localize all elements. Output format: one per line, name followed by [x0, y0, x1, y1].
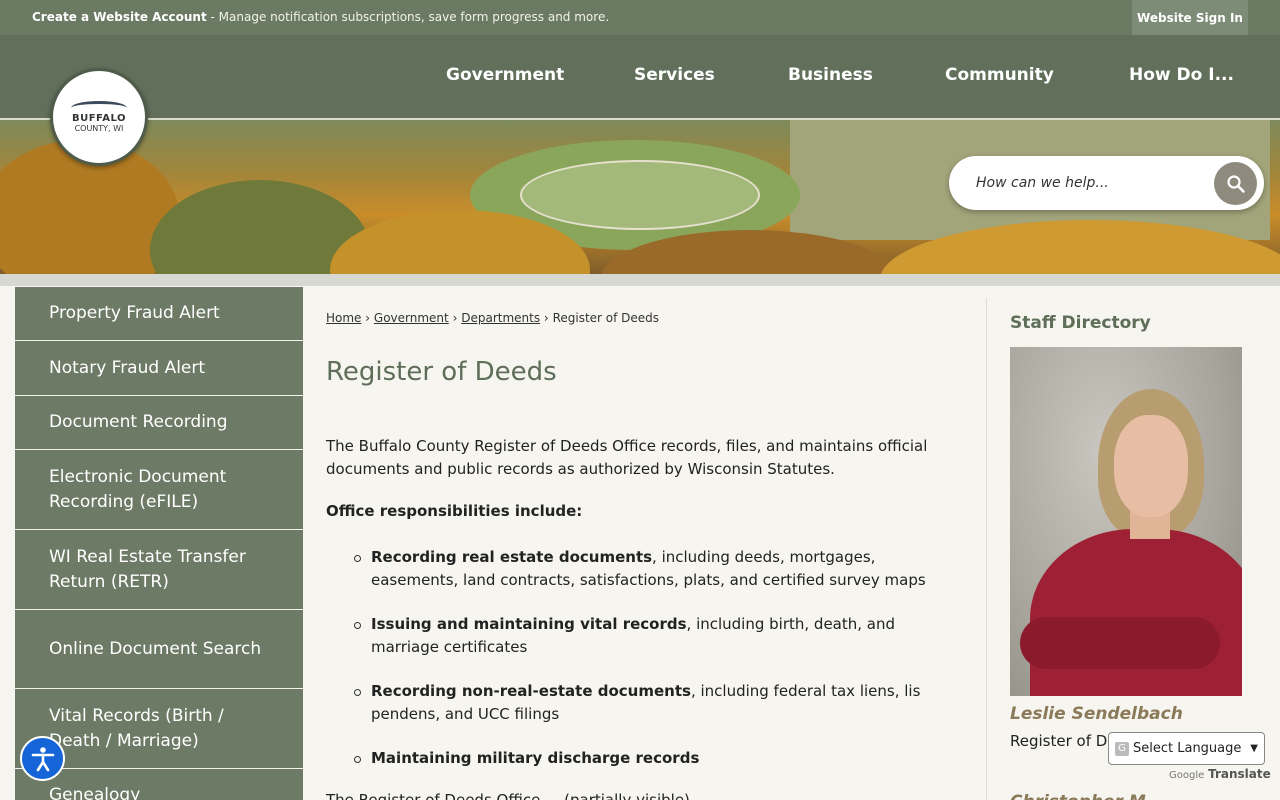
breadcrumb-home[interactable]: Home — [326, 311, 361, 325]
nav-how-do-i[interactable]: How Do I... — [1129, 65, 1234, 85]
list-item-bold: Issuing and maintaining vital records — [371, 615, 687, 633]
accessibility-button[interactable] — [20, 736, 65, 781]
county-logo[interactable]: BUFFALO COUNTY, WI — [50, 68, 148, 166]
search-icon — [1226, 174, 1245, 193]
powered-by-google: Google Translate — [1169, 767, 1271, 781]
campground-oval — [520, 160, 760, 230]
site-search — [949, 156, 1264, 210]
breadcrumb: Home › Government › Departments › Regist… — [326, 311, 659, 325]
sidebar-menu: Property Fraud Alert Notary Fraud Alert … — [15, 287, 303, 800]
main-navigation: Government Services Business Community H… — [0, 35, 1280, 120]
search-button[interactable] — [1214, 162, 1257, 205]
list-item: Recording non-real-estate documents, inc… — [354, 680, 962, 726]
account-description: - Manage notification subscriptions, sav… — [206, 10, 610, 24]
sidebar-item-document-recording[interactable]: Document Recording — [15, 396, 303, 450]
top-utility-bar: Create a Website Account - Manage notifi… — [0, 0, 1280, 35]
create-account-link[interactable]: Create a Website Account — [32, 10, 207, 24]
nav-government[interactable]: Government — [446, 65, 564, 85]
sidebar-item-wi-real-estate-transfer-return[interactable]: WI Real Estate Transfer Return (RETR) — [15, 530, 303, 610]
intro-paragraph: The Buffalo County Register of Deeds Off… — [326, 437, 928, 478]
nav-community[interactable]: Community — [945, 65, 1054, 85]
column-divider — [986, 298, 987, 800]
photo-arms — [1020, 617, 1220, 669]
breadcrumb-government[interactable]: Government — [374, 311, 449, 325]
breadcrumb-current: Register of Deeds — [552, 311, 660, 325]
breadcrumb-separator: › — [365, 311, 371, 325]
list-item: Recording real estate documents, includi… — [354, 546, 962, 592]
breadcrumb-separator: › — [543, 311, 549, 325]
accessibility-icon — [31, 746, 54, 771]
logo-line-1: BUFFALO — [71, 113, 126, 124]
sidebar-item-notary-fraud-alert[interactable]: Notary Fraud Alert — [15, 341, 303, 396]
partial-paragraph: The Register of Deeds Office ... (partia… — [326, 791, 690, 800]
list-item: Issuing and maintaining vital records, i… — [354, 613, 962, 659]
staff-next-name[interactable]: Christopher M... — [1010, 792, 1165, 800]
responsibilities-list: Recording real estate documents, includi… — [354, 546, 962, 791]
language-select[interactable]: G Select Language ▼ — [1108, 732, 1265, 765]
breadcrumb-departments[interactable]: Departments — [461, 311, 540, 325]
account-message[interactable]: Create a Website Account - Manage notifi… — [32, 10, 609, 24]
staff-photo — [1010, 347, 1242, 696]
translate-label[interactable]: Translate — [1208, 767, 1271, 781]
search-input[interactable] — [976, 170, 1216, 196]
breadcrumb-separator: › — [452, 311, 458, 325]
staff-name[interactable]: Leslie Sendelbach — [1010, 704, 1183, 724]
sidebar-item-electronic-document-recording[interactable]: Electronic Document Recording (eFILE) — [15, 450, 303, 530]
logo-line-2: COUNTY, WI — [74, 124, 124, 133]
google-translate-icon: G — [1115, 741, 1129, 756]
staff-directory-heading[interactable]: Staff Directory — [1010, 313, 1151, 333]
google-label: Google — [1169, 770, 1205, 781]
responsibilities-heading: Office responsibilities include: — [326, 502, 583, 520]
list-item-bold: Recording non-real-estate documents — [371, 682, 691, 700]
list-item-bold: Maintaining military discharge records — [371, 749, 700, 767]
nav-business[interactable]: Business — [788, 65, 873, 85]
photo-face — [1114, 415, 1188, 517]
sidebar-item-property-fraud-alert[interactable]: Property Fraud Alert — [15, 287, 303, 341]
list-item-bold: Recording real estate documents — [371, 548, 653, 566]
photo-sweater — [1030, 529, 1242, 696]
nav-services[interactable]: Services — [634, 65, 715, 85]
website-sign-in-button[interactable]: Website Sign In — [1132, 0, 1248, 35]
list-item: Maintaining military discharge records — [354, 747, 962, 770]
language-select-label: Select Language — [1133, 741, 1242, 756]
sidebar-item-online-document-search[interactable]: Online Document Search — [15, 610, 303, 689]
page-title: Register of Deeds — [326, 357, 557, 387]
chevron-down-icon: ▼ — [1250, 743, 1258, 754]
hero-bottom-strip — [0, 274, 1280, 286]
